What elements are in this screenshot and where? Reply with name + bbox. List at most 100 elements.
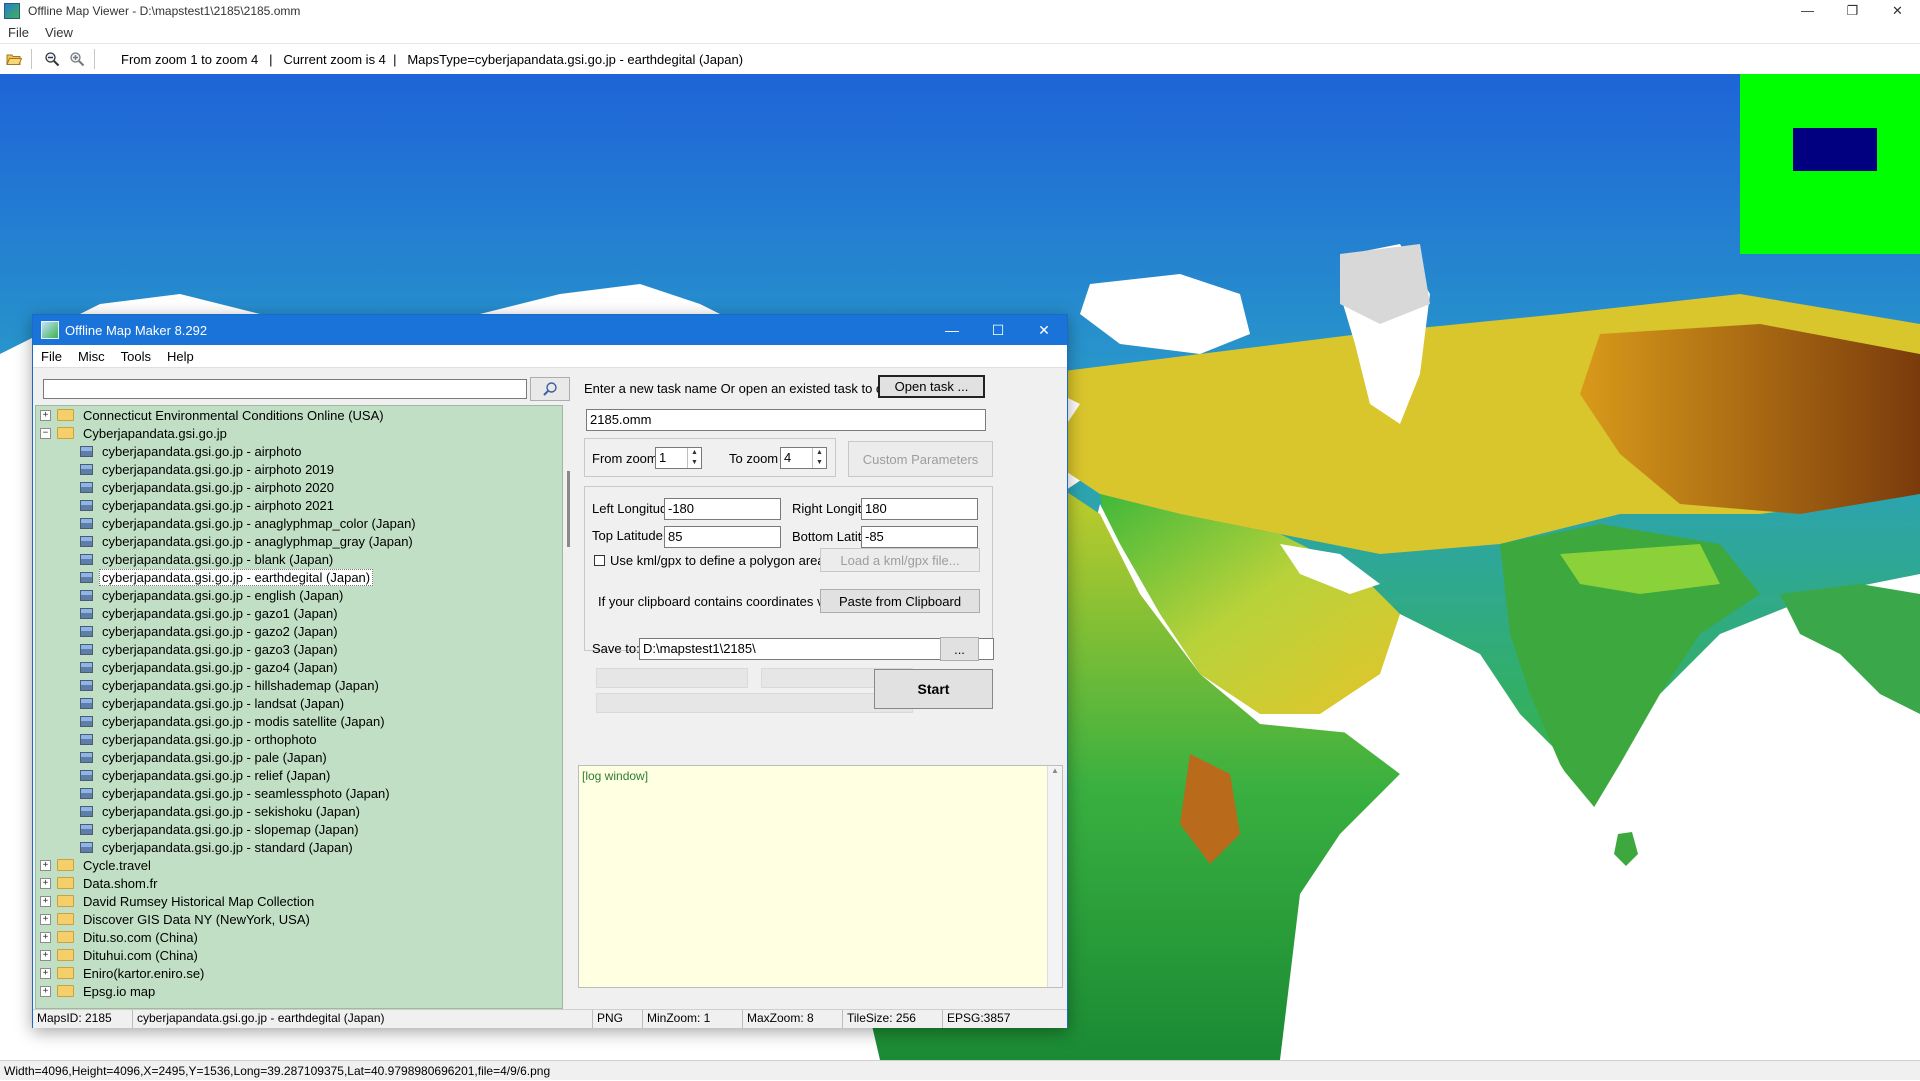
tree-folder-item[interactable]: + Connecticut Environmental Conditions On… bbox=[36, 406, 562, 424]
tree-folder-item[interactable]: + Dituhui.com (China) bbox=[36, 946, 562, 964]
tree-folder-item[interactable]: + Ditu.so.com (China) bbox=[36, 928, 562, 946]
map-tile-icon bbox=[80, 751, 93, 763]
map-source-pane: + Connecticut Environmental Conditions On… bbox=[35, 371, 571, 1009]
expand-icon[interactable]: + bbox=[40, 895, 51, 907]
expand-icon[interactable]: + bbox=[40, 859, 51, 871]
from-zoom-value: 1 bbox=[659, 450, 667, 465]
from-zoom-spinner[interactable]: 1 ▲ ▼ bbox=[655, 447, 702, 469]
dialog-minimize-button[interactable]: — bbox=[929, 315, 975, 345]
tree-folder-item[interactable]: − Cyberjapandata.gsi.go.jp bbox=[36, 424, 562, 442]
tree-map-item[interactable]: cyberjapandata.gsi.go.jp - sekishoku (Ja… bbox=[36, 802, 562, 820]
load-kml-button[interactable]: Load a kml/gpx file... bbox=[820, 548, 980, 572]
expand-icon[interactable]: + bbox=[40, 913, 51, 925]
tree-item-label: cyberjapandata.gsi.go.jp - english (Japa… bbox=[102, 587, 344, 603]
zoom-in-icon[interactable] bbox=[66, 48, 88, 70]
dialog-close-button[interactable]: ✕ bbox=[1021, 315, 1067, 345]
dialog-menu-tools[interactable]: Tools bbox=[113, 349, 159, 364]
zoom-out-icon[interactable] bbox=[41, 48, 63, 70]
expand-icon[interactable]: + bbox=[40, 409, 51, 421]
log-window[interactable]: [log window] ▲ bbox=[578, 765, 1063, 988]
expand-icon[interactable]: + bbox=[40, 931, 51, 943]
tree-item-label: cyberjapandata.gsi.go.jp - gazo2 (Japan) bbox=[102, 623, 338, 639]
to-zoom-spinner[interactable]: 4 ▲ ▼ bbox=[780, 447, 827, 469]
tree-item-label: cyberjapandata.gsi.go.jp - sekishoku (Ja… bbox=[102, 803, 360, 819]
tree-map-item[interactable]: cyberjapandata.gsi.go.jp - airphoto bbox=[36, 442, 562, 460]
expand-icon[interactable]: + bbox=[40, 877, 51, 889]
minimap-viewport[interactable] bbox=[1793, 128, 1877, 171]
tree-map-item[interactable]: cyberjapandata.gsi.go.jp - gazo2 (Japan) bbox=[36, 622, 562, 640]
dialog-menu-misc[interactable]: Misc bbox=[70, 349, 113, 364]
top-latitude-input[interactable]: 85 bbox=[664, 526, 781, 548]
expand-icon[interactable]: + bbox=[40, 949, 51, 961]
minimize-button[interactable]: — bbox=[1785, 0, 1830, 22]
task-name-input[interactable]: 2185.omm bbox=[586, 409, 986, 431]
kml-checkbox[interactable] bbox=[594, 555, 605, 566]
tree-map-item[interactable]: cyberjapandata.gsi.go.jp - anaglyphmap_g… bbox=[36, 532, 562, 550]
folder-open-icon[interactable] bbox=[3, 48, 25, 70]
tree-folder-item[interactable]: + Eniro(kartor.eniro.se) bbox=[36, 964, 562, 982]
tree-folder-item[interactable]: + David Rumsey Historical Map Collection bbox=[36, 892, 562, 910]
tree-map-item[interactable]: cyberjapandata.gsi.go.jp - orthophoto bbox=[36, 730, 562, 748]
tree-map-item[interactable]: cyberjapandata.gsi.go.jp - hillshademap … bbox=[36, 676, 562, 694]
left-longitude-input[interactable]: -180 bbox=[664, 498, 781, 520]
menu-view[interactable]: View bbox=[37, 25, 81, 40]
tree-map-item[interactable]: cyberjapandata.gsi.go.jp - slopemap (Jap… bbox=[36, 820, 562, 838]
to-zoom-label: To zoom bbox=[729, 451, 779, 466]
dialog-menu-file[interactable]: File bbox=[33, 349, 70, 364]
tree-map-item[interactable]: cyberjapandata.gsi.go.jp - seamlessphoto… bbox=[36, 784, 562, 802]
expand-icon[interactable]: + bbox=[40, 985, 51, 997]
tree-scrollbar[interactable] bbox=[567, 471, 570, 547]
tree-map-item[interactable]: cyberjapandata.gsi.go.jp - standard (Jap… bbox=[36, 838, 562, 856]
restore-button[interactable]: ❐ bbox=[1830, 0, 1875, 22]
dialog-app-icon bbox=[41, 321, 59, 339]
custom-parameters-button[interactable]: Custom Parameters bbox=[848, 441, 993, 477]
tree-map-item[interactable]: cyberjapandata.gsi.go.jp - english (Japa… bbox=[36, 586, 562, 604]
tree-map-item[interactable]: cyberjapandata.gsi.go.jp - gazo3 (Japan) bbox=[36, 640, 562, 658]
menu-file[interactable]: File bbox=[0, 25, 37, 40]
tree-map-item[interactable]: cyberjapandata.gsi.go.jp - blank (Japan) bbox=[36, 550, 562, 568]
start-button[interactable]: Start bbox=[874, 669, 993, 709]
paste-from-clipboard-button[interactable]: Paste from Clipboard bbox=[820, 589, 980, 613]
map-tile-icon bbox=[80, 463, 93, 475]
status-format: PNG bbox=[593, 1010, 643, 1028]
minimap[interactable] bbox=[1740, 74, 1920, 254]
tree-map-item[interactable]: cyberjapandata.gsi.go.jp - landsat (Japa… bbox=[36, 694, 562, 712]
dialog-titlebar[interactable]: Offline Map Maker 8.292 — ☐ ✕ bbox=[33, 315, 1067, 345]
map-tile-icon bbox=[80, 481, 93, 493]
tree-map-item[interactable]: cyberjapandata.gsi.go.jp - earthdegital … bbox=[36, 568, 562, 586]
tree-map-item[interactable]: cyberjapandata.gsi.go.jp - gazo1 (Japan) bbox=[36, 604, 562, 622]
log-scrollbar[interactable]: ▲ bbox=[1047, 766, 1062, 987]
open-task-button[interactable]: Open task ... bbox=[878, 375, 985, 398]
tree-folder-item[interactable]: + Epsg.io map bbox=[36, 982, 562, 1000]
browse-button[interactable]: ... bbox=[940, 637, 979, 661]
from-zoom-arrows[interactable]: ▲ ▼ bbox=[687, 448, 701, 468]
tree-item-label: Discover GIS Data NY (NewYork, USA) bbox=[83, 911, 310, 927]
tree-folder-item[interactable]: + Discover GIS Data NY (NewYork, USA) bbox=[36, 910, 562, 928]
close-button[interactable]: ✕ bbox=[1875, 0, 1920, 22]
map-tile-icon bbox=[80, 661, 93, 673]
tree-map-item[interactable]: cyberjapandata.gsi.go.jp - pale (Japan) bbox=[36, 748, 562, 766]
dialog-menu-help[interactable]: Help bbox=[159, 349, 202, 364]
tree-map-item[interactable]: cyberjapandata.gsi.go.jp - airphoto 2021 bbox=[36, 496, 562, 514]
expand-icon[interactable]: + bbox=[40, 967, 51, 979]
bottom-latitude-input[interactable]: -85 bbox=[861, 526, 978, 548]
tree-map-item[interactable]: cyberjapandata.gsi.go.jp - airphoto 2020 bbox=[36, 478, 562, 496]
tree-folder-item[interactable]: + Data.shom.fr bbox=[36, 874, 562, 892]
collapse-icon[interactable]: − bbox=[40, 427, 51, 439]
tree-map-item[interactable]: cyberjapandata.gsi.go.jp - anaglyphmap_c… bbox=[36, 514, 562, 532]
tree-map-item[interactable]: cyberjapandata.gsi.go.jp - modis satelli… bbox=[36, 712, 562, 730]
map-tile-icon bbox=[80, 571, 93, 583]
map-source-tree[interactable]: + Connecticut Environmental Conditions On… bbox=[35, 405, 563, 1009]
tree-folder-item[interactable]: + Cycle.travel bbox=[36, 856, 562, 874]
dialog-maximize-button[interactable]: ☐ bbox=[975, 315, 1021, 345]
folder-icon bbox=[57, 427, 74, 439]
search-button[interactable] bbox=[530, 377, 570, 401]
map-search-input[interactable] bbox=[43, 379, 527, 399]
tree-map-item[interactable]: cyberjapandata.gsi.go.jp - gazo4 (Japan) bbox=[36, 658, 562, 676]
viewer-menubar: File View bbox=[0, 22, 1920, 42]
tree-item-label: Cyberjapandata.gsi.go.jp bbox=[83, 425, 227, 441]
to-zoom-arrows[interactable]: ▲ ▼ bbox=[812, 448, 826, 468]
tree-map-item[interactable]: cyberjapandata.gsi.go.jp - relief (Japan… bbox=[36, 766, 562, 784]
tree-map-item[interactable]: cyberjapandata.gsi.go.jp - airphoto 2019 bbox=[36, 460, 562, 478]
right-longitude-input[interactable]: 180 bbox=[861, 498, 978, 520]
